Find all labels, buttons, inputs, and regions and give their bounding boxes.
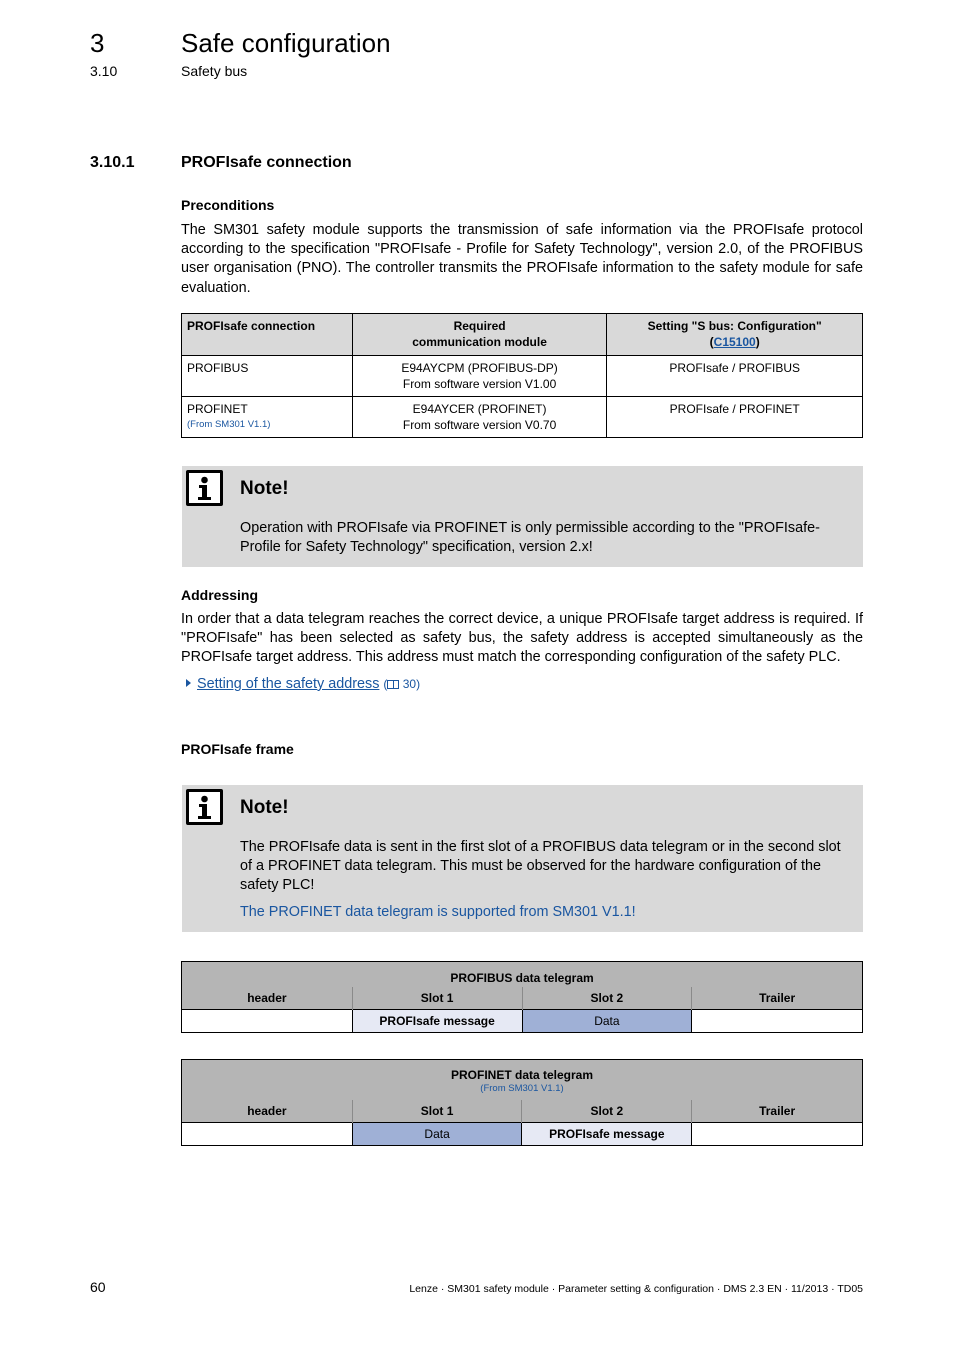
safety-address-link[interactable]: Setting of the safety address (197, 676, 379, 692)
page-number: 60 (90, 1279, 106, 1295)
telegram-title: PROFIBUS data telegram (181, 961, 863, 987)
profisafe-message-cell: PROFIsafe message (351, 1009, 523, 1033)
preconditions-section: Preconditions The SM301 safety module su… (181, 197, 863, 298)
note-box: Note! The PROFIsafe data is sent in the … (182, 785, 863, 932)
subsection-number: 3.10.1 (90, 154, 135, 171)
header-module: Required communication module (351, 313, 608, 356)
header-separator: _ _ _ _ _ _ _ _ _ _ _ _ _ _ _ _ _ _ _ _ … (90, 108, 862, 122)
addressing-heading: Addressing (181, 587, 259, 603)
telegram-title-row: PROFINET data telegram (From SM301 V1.1) (181, 1059, 863, 1100)
preconditions-heading: Preconditions (181, 197, 275, 213)
header-setting: Setting "S bus: Configuration" (C15100) (606, 313, 863, 356)
header-module-line1: Required (453, 319, 506, 333)
telegram-columns-row: header Slot 1 Slot 2 Trailer (181, 986, 863, 1010)
table-row: PROFIBUS E94AYCPM (PROFIBUS-DP) From sof… (181, 355, 863, 397)
note-box: Note! Operation with PROFIsafe via PROFI… (182, 466, 863, 567)
column-slot1: Slot 1 (351, 1099, 522, 1123)
subsection-title: PROFIsafe connection (181, 154, 352, 171)
note-title: Note! (240, 797, 289, 818)
module-version: From software version V1.00 (402, 377, 557, 391)
section-number: 3.10 (90, 63, 118, 79)
setting-cell: PROFIsafe / PROFINET (606, 396, 863, 438)
connection-table-wrapper: PROFIsafe connection Required communicat… (181, 313, 863, 438)
telegram-title: PROFINET data telegram (450, 1067, 594, 1082)
frame-heading: PROFIsafe frame (181, 741, 294, 757)
column-slot2: Slot 2 (521, 1099, 692, 1123)
footer-doc-info: Lenze · SM301 safety module · Parameter … (409, 1283, 863, 1295)
profibus-telegram-wrapper: PROFIBUS data telegram header Slot 1 Slo… (181, 961, 863, 1033)
preconditions-text: The SM301 safety module supports the tra… (181, 222, 863, 296)
header-module-line2: communication module (412, 335, 547, 349)
trailer-cell (691, 1122, 863, 1146)
trailer-cell (691, 1009, 863, 1033)
info-icon (186, 789, 223, 825)
addressing-text: In order that a data telegram reaches th… (181, 611, 863, 666)
c15100-link[interactable]: C15100 (714, 335, 756, 349)
note-title: Note! (240, 478, 289, 499)
connection-name: PROFIBUS (187, 361, 249, 375)
chapter-title: Safe configuration (181, 28, 391, 58)
paren-close: ) (755, 335, 760, 349)
telegram-content-row: Data PROFIsafe message (181, 1122, 863, 1146)
connection-version-note: (From SM301 V1.1) (187, 419, 271, 430)
column-header: header (181, 986, 353, 1010)
header-setting-line1: Setting "S bus: Configuration" (647, 319, 822, 333)
telegram-content-row: PROFIsafe message Data (181, 1009, 863, 1033)
profibus-telegram-table: PROFIBUS data telegram header Slot 1 Slo… (181, 961, 863, 1033)
module-cell: E94AYCER (PROFINET) From software versio… (351, 396, 608, 438)
section-title: Safety bus (181, 63, 248, 79)
addressing-section: Addressing In order that a data telegram… (181, 587, 863, 692)
arrow-right-icon (186, 678, 191, 687)
connection-cell: PROFINET (From SM301 V1.1) (181, 396, 353, 438)
data-cell: Data (521, 1009, 692, 1033)
module-version: From software version V0.70 (402, 418, 557, 432)
connection-table: PROFIsafe connection Required communicat… (181, 313, 863, 438)
info-icon (186, 470, 223, 506)
module-cell: E94AYCPM (PROFIBUS-DP) From software ver… (351, 355, 608, 397)
header-cell (181, 1009, 353, 1033)
note-text: The PROFIsafe data is sent in the first … (240, 838, 846, 922)
profinet-telegram-table: PROFINET data telegram (From SM301 V1.1)… (181, 1059, 863, 1146)
profinet-telegram-wrapper: PROFINET data telegram (From SM301 V1.1)… (181, 1059, 863, 1146)
module-name: E94AYCPM (PROFIBUS-DP) (401, 361, 558, 375)
profisafe-message-cell: PROFIsafe message (521, 1122, 692, 1146)
column-header: header (181, 1099, 353, 1123)
column-slot1: Slot 1 (351, 986, 523, 1010)
book-icon (387, 679, 400, 689)
telegram-columns-row: header Slot 1 Slot 2 Trailer (181, 1099, 863, 1123)
note-highlight: The PROFINET data telegram is supported … (240, 904, 636, 920)
note-main-text: The PROFIsafe data is sent in the first … (240, 839, 841, 893)
frame-section: PROFIsafe frame (181, 741, 863, 757)
note-text: Operation with PROFIsafe via PROFINET is… (240, 520, 820, 555)
column-trailer: Trailer (691, 1099, 863, 1123)
header-setting-line2: (C15100) (612, 334, 857, 350)
data-cell: Data (351, 1122, 522, 1146)
table-row: PROFINET (From SM301 V1.1) E94AYCER (PRO… (181, 396, 863, 438)
column-slot2: Slot 2 (521, 986, 692, 1010)
page-reference[interactable]: ( 30) (383, 677, 420, 691)
telegram-title-row: PROFIBUS data telegram (181, 961, 863, 987)
connection-table-header: PROFIsafe connection Required communicat… (181, 313, 863, 356)
telegram-subtitle: (From SM301 V1.1) (480, 1082, 564, 1094)
connection-name: PROFINET (187, 402, 248, 416)
connection-cell: PROFIBUS (181, 355, 353, 397)
chapter-number: 3 (90, 28, 105, 58)
safety-address-xref: Setting of the safety address ( 30) (181, 676, 863, 692)
column-trailer: Trailer (691, 986, 863, 1010)
setting-cell: PROFIsafe / PROFIBUS (606, 355, 863, 397)
header-cell (181, 1122, 353, 1146)
module-name: E94AYCER (PROFINET) (412, 402, 547, 416)
header-connection: PROFIsafe connection (181, 313, 353, 356)
pageref-number: 30) (399, 676, 421, 691)
telegram-title-cell: PROFINET data telegram (From SM301 V1.1) (181, 1059, 863, 1100)
